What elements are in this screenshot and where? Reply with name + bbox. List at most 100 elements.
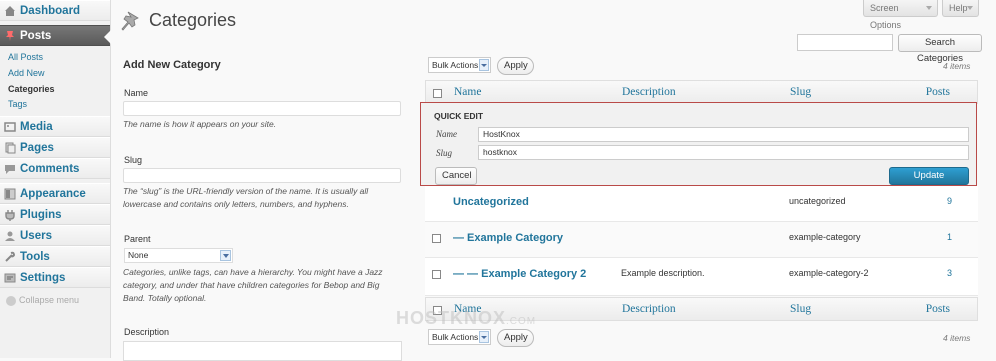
collapse-label: Collapse menu bbox=[19, 295, 80, 305]
bulk-actions-label: Bulk Actions bbox=[432, 60, 479, 70]
menu-label: Pages bbox=[20, 142, 54, 154]
slug-field[interactable] bbox=[123, 168, 401, 183]
column-name[interactable]: Name bbox=[454, 86, 481, 98]
appearance-icon bbox=[4, 188, 16, 200]
submenu-tags[interactable]: Tags bbox=[8, 99, 27, 109]
menu-comments[interactable]: Comments bbox=[0, 158, 110, 179]
column-description[interactable]: Description bbox=[622, 303, 676, 315]
collapse-menu[interactable]: Collapse menu bbox=[6, 295, 79, 306]
apply-button-top[interactable]: Apply bbox=[497, 57, 534, 75]
column-posts[interactable]: Posts bbox=[926, 86, 950, 98]
row-name-link[interactable]: — Example Category bbox=[453, 232, 563, 244]
admin-sidebar: Dashboard Posts All Posts Add New Catego… bbox=[0, 0, 111, 358]
row-slug: uncategorized bbox=[789, 196, 846, 206]
apply-button-bottom[interactable]: Apply bbox=[497, 329, 534, 347]
slug-label: Slug bbox=[124, 155, 143, 165]
row-description: Example description. bbox=[621, 268, 705, 278]
menu-label: Users bbox=[20, 230, 52, 242]
pushpin-icon bbox=[6, 31, 14, 41]
menu-label: Media bbox=[20, 121, 53, 133]
name-label: Name bbox=[124, 88, 149, 98]
name-field[interactable] bbox=[123, 101, 401, 116]
menu-users[interactable]: Users bbox=[0, 225, 110, 246]
pages-icon bbox=[5, 142, 16, 154]
chevron-down-icon bbox=[479, 331, 489, 343]
menu-label: Dashboard bbox=[20, 5, 81, 17]
menu-label: Plugins bbox=[20, 209, 62, 221]
chevron-down-icon bbox=[926, 6, 932, 10]
submenu-categories[interactable]: Categories bbox=[8, 84, 55, 94]
column-description[interactable]: Description bbox=[622, 86, 676, 98]
table-row: — — Example Category 2 Example descripti… bbox=[425, 258, 978, 296]
update-category-button[interactable]: Update Category bbox=[889, 167, 969, 197]
menu-pages[interactable]: Pages bbox=[0, 137, 110, 158]
menu-appearance[interactable]: Appearance bbox=[0, 183, 110, 204]
watermark-suffix: .COM bbox=[506, 316, 537, 327]
row-checkbox[interactable] bbox=[432, 270, 441, 279]
table-row: Uncategorized uncategorized 9 bbox=[425, 186, 978, 222]
description-field[interactable] bbox=[123, 341, 402, 361]
select-all-checkbox[interactable] bbox=[433, 89, 442, 98]
menu-label: Tools bbox=[20, 251, 50, 263]
quick-edit-name-label: Name bbox=[436, 129, 457, 139]
slug-hint: The “slug” is the URL-friendly version o… bbox=[123, 186, 369, 209]
plugins-icon bbox=[5, 210, 15, 221]
menu-dashboard[interactable]: Dashboard bbox=[0, 0, 110, 21]
settings-icon bbox=[4, 273, 16, 283]
screen-options-tab[interactable]: Screen Options bbox=[863, 0, 938, 30]
submenu-all-posts[interactable]: All Posts bbox=[8, 52, 43, 62]
row-slug: example-category-2 bbox=[789, 268, 869, 278]
submenu-add-new[interactable]: Add New bbox=[8, 68, 45, 78]
bulk-actions-select-top[interactable]: Bulk Actions bbox=[428, 57, 491, 73]
description-label: Description bbox=[124, 327, 170, 337]
name-hint: The name is how it appears on your site. bbox=[123, 119, 277, 129]
row-name-link[interactable]: — — Example Category 2 bbox=[453, 268, 586, 280]
row-slug: example-category bbox=[789, 232, 861, 242]
screen-options-label: Screen Options bbox=[870, 3, 902, 30]
quick-edit-slug-input[interactable]: hostknox bbox=[478, 145, 969, 160]
menu-label: Settings bbox=[20, 272, 66, 284]
menu-label: Appearance bbox=[20, 188, 86, 200]
column-slug[interactable]: Slug bbox=[790, 303, 811, 315]
form-heading: Add New Category bbox=[123, 59, 221, 71]
column-posts[interactable]: Posts bbox=[926, 303, 950, 315]
quick-edit-title: QUICK EDIT bbox=[434, 111, 484, 121]
parent-select[interactable]: None bbox=[124, 248, 233, 263]
menu-posts[interactable]: Posts bbox=[0, 25, 111, 46]
row-post-count[interactable]: 3 bbox=[947, 268, 952, 278]
item-count-bottom: 4 items bbox=[943, 333, 971, 343]
media-icon bbox=[4, 122, 16, 132]
menu-settings[interactable]: Settings bbox=[0, 267, 110, 288]
page-title: Categories bbox=[149, 10, 237, 30]
dashboard-icon bbox=[5, 6, 15, 16]
row-post-count[interactable]: 1 bbox=[947, 232, 952, 242]
row-name-link[interactable]: Uncategorized bbox=[453, 196, 529, 208]
search-categories-button[interactable]: Search Categories bbox=[898, 34, 982, 64]
bulk-actions-select-bottom[interactable]: Bulk Actions bbox=[428, 329, 491, 345]
menu-tools[interactable]: Tools bbox=[0, 246, 110, 267]
comments-icon bbox=[5, 165, 15, 174]
quick-edit-panel: QUICK EDIT Name HostKnox Slug hostknox C… bbox=[420, 102, 977, 197]
row-post-count[interactable]: 9 bbox=[947, 196, 952, 206]
cancel-button[interactable]: Cancel bbox=[435, 167, 477, 185]
users-icon bbox=[5, 231, 15, 241]
parent-label: Parent bbox=[124, 234, 151, 244]
menu-media[interactable]: Media bbox=[0, 116, 110, 137]
chevron-down-icon bbox=[967, 6, 973, 10]
help-label: Help bbox=[949, 3, 968, 13]
search-input[interactable] bbox=[797, 34, 893, 51]
bulk-actions-label: Bulk Actions bbox=[432, 332, 479, 342]
quick-edit-name-input[interactable]: HostKnox bbox=[478, 127, 969, 142]
menu-label: Posts bbox=[20, 30, 52, 42]
quick-edit-slug-label: Slug bbox=[436, 148, 453, 158]
column-slug[interactable]: Slug bbox=[790, 86, 811, 98]
parent-hint: Categories, unlike tags, can have a hier… bbox=[123, 267, 383, 303]
watermark-main: HOSTKNOX bbox=[396, 308, 507, 328]
help-tab[interactable]: Help bbox=[942, 0, 979, 17]
pushpin-icon bbox=[121, 11, 139, 31]
collapse-icon bbox=[6, 295, 16, 306]
table-row: — Example Category example-category 1 bbox=[425, 222, 978, 258]
menu-plugins[interactable]: Plugins bbox=[0, 204, 110, 225]
row-checkbox[interactable] bbox=[432, 234, 441, 243]
parent-value: None bbox=[128, 250, 149, 260]
